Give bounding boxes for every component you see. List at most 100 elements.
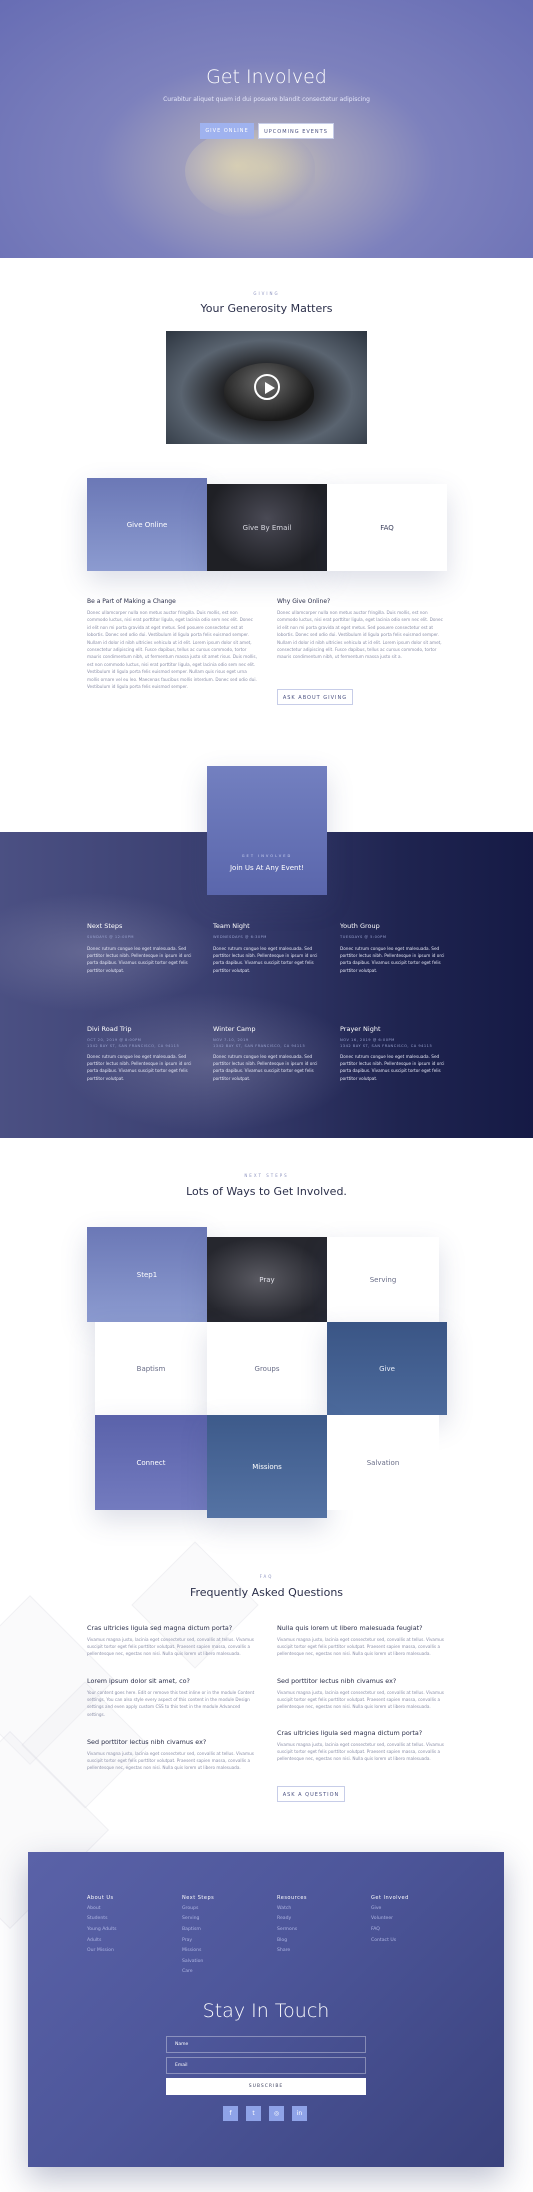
faq-answer: Vivamus magna justo, lacinia eget consec… [277, 1742, 444, 1762]
footer-link[interactable]: Contact Us [371, 1938, 396, 1943]
footer-link[interactable]: Adults [87, 1938, 101, 1943]
event-text: Donec rutrum congue leo eget malesuada. … [213, 1054, 318, 1081]
event-meta: NOV 7-10, 2019 [213, 1038, 249, 1042]
event-meta: NOV 16, 2019 @ 6:00PM [340, 1038, 395, 1042]
faq-question: Nulla quis lorem ut libero malesuada feu… [277, 1624, 423, 1632]
event-title: Youth Group [340, 922, 380, 930]
footer-link[interactable]: Blog [277, 1938, 287, 1943]
video-player[interactable] [166, 331, 367, 444]
events-intro-card: GET INVOLVED Join Us At Any Event! [207, 766, 327, 895]
groups-tile[interactable]: Groups [207, 1322, 327, 1415]
event-text: Donec rutrum congue leo eget malesuada. … [213, 946, 318, 973]
serving-tile[interactable]: Serving [327, 1237, 439, 1322]
event-address: 1342 BAY ST, SAN FRANCISCO, CA 94115 [213, 1044, 306, 1048]
faq-question: Sed porttitor lectus nibh civamus ex? [277, 1677, 397, 1685]
pray-tile[interactable]: Pray [207, 1237, 327, 1322]
ask-about-giving-button[interactable]: ASK ABOUT GIVING [277, 689, 353, 705]
event-meta: OCT 20, 2019 @ 8:00PM [87, 1038, 142, 1042]
facebook-icon[interactable]: f [223, 2106, 238, 2121]
name-input[interactable]: Name [166, 2036, 366, 2053]
footer-link[interactable]: Sermons [277, 1927, 297, 1932]
faq-answer: Vivamus magna justo, lacinia eget consec… [87, 1751, 254, 1771]
step1-tile[interactable]: Step1 [87, 1227, 207, 1322]
hero-hands-image [185, 130, 315, 220]
footer-col-title: Resources [277, 1895, 308, 1901]
faq-eyebrow: FAQ [259, 1574, 274, 1579]
change-text: Donec ullamcorper nulla non metus auctor… [87, 610, 257, 690]
give-by-email-tile[interactable]: Give By Email [207, 484, 327, 571]
ways-title: Lots of Ways to Get Involved. [186, 1185, 347, 1198]
event-text: Donec rutrum congue leo eget malesuada. … [340, 1054, 445, 1081]
footer-link[interactable]: Our Mission [87, 1948, 114, 1953]
faq-question: Lorem ipsum dolor sit amet, co? [87, 1677, 190, 1685]
footer-link[interactable]: Students [87, 1916, 107, 1921]
footer-link[interactable]: Watch [277, 1906, 291, 1911]
instagram-icon[interactable]: ◎ [269, 2106, 284, 2121]
footer-link[interactable]: Pray [182, 1938, 192, 1943]
footer-link[interactable]: Groups [182, 1906, 198, 1911]
faq-tile[interactable]: FAQ [327, 484, 447, 571]
baptism-tile[interactable]: Baptism [95, 1322, 207, 1415]
footer-link[interactable]: Missions [182, 1948, 201, 1953]
faq-question: Cras ultricies ligula sed magna dictum p… [277, 1729, 423, 1737]
footer-link[interactable]: Salvation [182, 1959, 203, 1964]
event-text: Donec rutrum congue leo eget malesuada. … [340, 946, 445, 973]
twitter-icon[interactable]: t [246, 2106, 261, 2121]
faq-question: Sed porttitor lectus nibh civamus ex? [87, 1738, 207, 1746]
footer-link[interactable]: Serving [182, 1916, 199, 1921]
footer-col-title: Get Involved [371, 1895, 409, 1901]
footer-link[interactable]: Baptism [182, 1927, 201, 1932]
give-online-tile[interactable]: Give Online [87, 478, 207, 571]
faq-question: Cras ultricies ligula sed magna dictum p… [87, 1624, 233, 1632]
faq-answer: Vivamus magna justo, lacinia eget consec… [87, 1637, 254, 1657]
event-title: Winter Camp [213, 1025, 256, 1033]
events-title: Join Us At Any Event! [229, 864, 305, 872]
ask-a-question-button[interactable]: ASK A QUESTION [277, 1786, 345, 1802]
event-meta: TUESDAYS @ 5:00PM [340, 935, 387, 939]
footer-col-title: About Us [87, 1895, 114, 1901]
give-online-button[interactable]: GIVE ONLINE [200, 123, 254, 139]
why-give-heading: Why Give Online? [277, 598, 331, 605]
faq-answer: Your content goes here. Edit or remove t… [87, 1690, 255, 1717]
faq-title: Frequently Asked Questions [189, 1586, 344, 1599]
giving-title: Your Generosity Matters [200, 302, 333, 315]
upcoming-events-button[interactable]: UPCOMING EVENTS [258, 123, 334, 139]
footer-link[interactable]: Young Adults [87, 1927, 117, 1932]
hero-subtitle: Curabitur aliquet quam id dui posuere bl… [163, 96, 370, 103]
event-text: Donec rutrum congue leo eget malesuada. … [87, 1054, 192, 1081]
footer-link[interactable]: Volunteer [371, 1916, 393, 1921]
hero-section: Get Involved Curabitur aliquet quam id d… [0, 0, 533, 258]
footer-link[interactable]: Care [182, 1969, 193, 1974]
footer-link[interactable]: Give [371, 1906, 381, 1911]
connect-tile[interactable]: Connect [95, 1415, 207, 1510]
footer: About Us About Students Young Adults Adu… [28, 1852, 504, 2167]
event-meta: WEDNESDAYS @ 6:30PM [213, 935, 267, 939]
event-address: 1342 BAY ST, SAN FRANCISCO, CA 94115 [87, 1044, 180, 1048]
give-tile[interactable]: Give [327, 1322, 447, 1415]
event-title: Next Steps [87, 922, 123, 930]
faq-answer: Vivamus magna justo, lacinia eget consec… [277, 1690, 444, 1710]
footer-link[interactable]: FAQ [371, 1927, 380, 1932]
ways-eyebrow: NEXT STEPS [244, 1173, 289, 1178]
faq-answer: Vivamus magna justo, lacinia eget consec… [277, 1637, 444, 1657]
play-icon[interactable] [254, 374, 280, 400]
footer-link[interactable]: About [87, 1906, 101, 1911]
event-title: Divi Road Trip [87, 1025, 132, 1033]
why-give-text: Donec ullamcorper nulla non metus auctor… [277, 610, 443, 660]
event-text: Donec rutrum congue leo eget malesuada. … [87, 946, 192, 973]
linkedin-icon[interactable]: in [292, 2106, 307, 2121]
missions-tile[interactable]: Missions [207, 1415, 327, 1518]
event-meta: SUNDAYS @ 12:00PM [87, 935, 134, 939]
footer-link[interactable]: Share [277, 1948, 290, 1953]
salvation-tile[interactable]: Salvation [327, 1415, 439, 1510]
footer-col-title: Next Steps [182, 1895, 215, 1901]
subscribe-button[interactable]: SUBSCRIBE [166, 2078, 366, 2095]
email-input[interactable]: Email [166, 2057, 366, 2074]
giving-eyebrow: GIVING [253, 291, 280, 296]
footer-link[interactable]: Ready [277, 1916, 291, 1921]
event-title: Team Night [213, 922, 250, 930]
event-address: 1342 BAY ST, SAN FRANCISCO, CA 94115 [340, 1044, 433, 1048]
hero-title: Get Involved [206, 66, 327, 88]
events-eyebrow: GET INVOLVED [241, 854, 293, 858]
stay-in-touch-title: Stay In Touch [202, 2000, 330, 2022]
